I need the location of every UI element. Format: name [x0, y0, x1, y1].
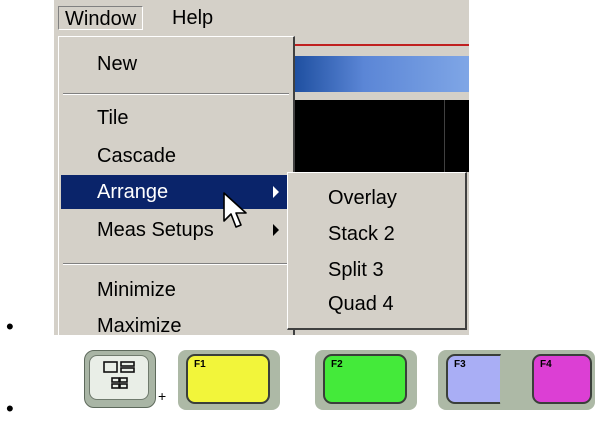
menu-item-maximize[interactable]: Maximize	[61, 309, 291, 335]
plus-sign: +	[158, 388, 167, 404]
f4-key-label: F4	[540, 359, 552, 370]
submenu-arrow-icon	[273, 224, 279, 236]
f1-key[interactable]: F1	[186, 354, 270, 404]
window-layout-icon	[103, 361, 135, 389]
list-bullet: •	[6, 396, 14, 421]
submenu-item-overlay[interactable]: Overlay	[288, 179, 464, 217]
menu-item-meas-setups[interactable]: Meas Setups	[61, 213, 291, 247]
submenu-item-quad[interactable]: Quad 4	[288, 285, 464, 323]
arrange-submenu: Overlay Stack 2 Split 3 Quad 4	[287, 172, 467, 330]
window-menu-screenshot: Window Help New Tile Cascade Arrange Mea…	[54, 0, 469, 335]
menu-item-minimize[interactable]: Minimize	[61, 273, 291, 307]
menu-item-meas-setups-label: Meas Setups	[97, 219, 214, 241]
f4-key[interactable]: F4	[532, 354, 592, 404]
submenu-item-split[interactable]: Split 3	[288, 251, 464, 289]
submenu-arrow-icon	[273, 186, 279, 198]
menu-bar: Window Help	[54, 0, 469, 34]
menu-item-new[interactable]: New	[61, 47, 291, 81]
menu-separator	[63, 93, 289, 95]
f2-key[interactable]: F2	[323, 354, 407, 404]
list-bullet: •	[6, 314, 14, 339]
window-menu-dropdown: New Tile Cascade Arrange Meas Setups Min…	[58, 36, 295, 335]
menu-item-cascade[interactable]: Cascade	[61, 139, 291, 173]
f2-key-frame: F2	[315, 350, 417, 410]
f1-key-label: F1	[194, 359, 206, 370]
mouse-pointer-icon	[223, 192, 247, 228]
background-window-titlebar	[294, 56, 469, 92]
f3-key-label: F3	[454, 359, 466, 370]
background-display-area	[294, 100, 469, 172]
f2-key-label: F2	[331, 359, 343, 370]
window-layout-key[interactable]	[84, 350, 156, 408]
background-window-border	[294, 44, 469, 46]
f4-key-frame: F4	[500, 350, 595, 410]
menu-separator	[63, 263, 289, 265]
window-key-face	[89, 355, 149, 400]
menu-window[interactable]: Window	[58, 6, 144, 30]
menu-item-arrange[interactable]: Arrange	[61, 175, 291, 209]
menu-item-tile[interactable]: Tile	[61, 101, 291, 135]
f1-key-frame: F1	[178, 350, 280, 410]
display-divider	[444, 100, 445, 172]
menu-help[interactable]: Help	[166, 6, 219, 30]
menu-item-arrange-label: Arrange	[97, 181, 169, 203]
submenu-item-stack[interactable]: Stack 2	[288, 215, 464, 253]
